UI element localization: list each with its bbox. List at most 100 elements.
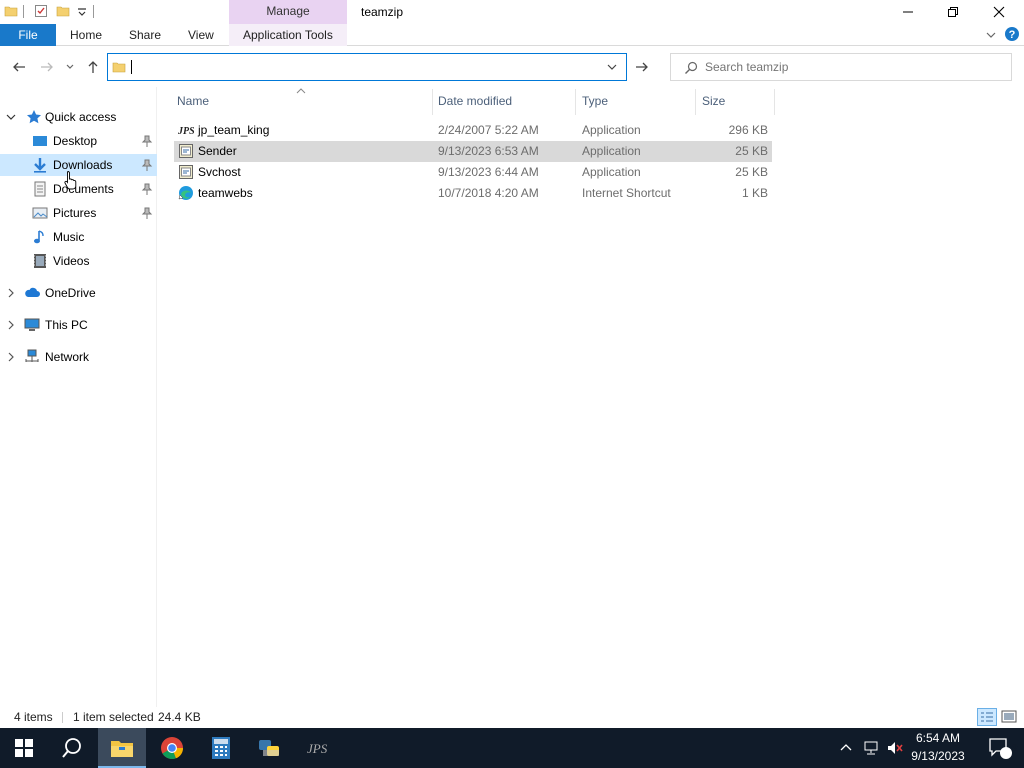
exe-app-icon xyxy=(179,165,193,179)
tab-application-tools[interactable]: Application Tools xyxy=(243,24,333,46)
file-size: 25 KB xyxy=(735,144,768,158)
sort-ascending-icon xyxy=(296,88,306,94)
search-icon xyxy=(685,61,698,74)
clock-time[interactable]: 6:54 AM xyxy=(912,731,964,745)
minimize-icon xyxy=(903,11,913,13)
file-row-sender[interactable]: Sender 9/13/2023 6:53 AM Application 25 … xyxy=(174,141,772,162)
chrome-icon xyxy=(161,737,184,760)
pin-icon[interactable] xyxy=(141,158,153,172)
column-header-type[interactable]: Type xyxy=(582,87,608,116)
back-arrow-icon xyxy=(13,62,25,72)
chevron-right-icon[interactable] xyxy=(5,319,17,331)
chrome-taskbar-button[interactable] xyxy=(148,728,196,768)
address-input[interactable] xyxy=(130,58,600,76)
expand-ribbon-icon[interactable] xyxy=(985,30,997,40)
pin-icon[interactable] xyxy=(141,182,153,196)
network-icon xyxy=(25,349,39,362)
documents-icon xyxy=(34,181,46,197)
chevron-right-icon[interactable] xyxy=(5,351,17,363)
file-explorer-icon xyxy=(111,741,133,757)
title-bar: Manage teamzip xyxy=(0,0,1024,24)
tab-home[interactable]: Home xyxy=(70,24,102,46)
nav-item-pictures[interactable]: Pictures xyxy=(0,202,157,224)
action-center-button[interactable]: 2 xyxy=(976,728,1024,768)
divider xyxy=(62,712,63,723)
taskbar: JPS 6:54 AM 9/13/2023 2 xyxy=(0,728,1024,768)
volume-muted-icon[interactable] xyxy=(886,740,904,756)
nav-item-documents[interactable]: Documents xyxy=(0,178,157,200)
column-separator[interactable] xyxy=(432,89,433,115)
up-button[interactable] xyxy=(83,57,103,77)
file-explorer-taskbar-button[interactable] xyxy=(98,728,146,768)
close-button[interactable] xyxy=(976,0,1022,24)
properties-icon[interactable] xyxy=(34,4,48,18)
go-button[interactable] xyxy=(632,57,652,77)
nav-item-videos[interactable]: Videos xyxy=(0,250,157,272)
up-arrow-icon xyxy=(88,61,98,73)
network-status-icon[interactable] xyxy=(863,740,879,756)
nav-item-quick-access[interactable]: Quick access xyxy=(0,106,157,128)
column-separator[interactable] xyxy=(695,89,696,115)
search-input[interactable] xyxy=(705,58,995,76)
calculator-taskbar-button[interactable] xyxy=(197,728,245,768)
search-button[interactable] xyxy=(48,728,96,768)
chevron-down-icon[interactable] xyxy=(606,62,618,72)
large-icons-view-icon[interactable] xyxy=(1000,708,1018,726)
pin-icon[interactable] xyxy=(141,134,153,148)
window-title: teamzip xyxy=(361,5,404,19)
nav-label: Videos xyxy=(53,254,90,268)
chevron-down-icon[interactable] xyxy=(5,111,17,123)
nav-item-desktop[interactable]: Desktop xyxy=(0,130,157,152)
nav-item-downloads[interactable]: Downloads xyxy=(0,154,157,176)
tab-share[interactable]: Share xyxy=(129,24,161,46)
notification-count: 2 xyxy=(1012,743,1019,755)
file-row-jp-team-king[interactable]: JPS jp_team_king 2/24/2007 5:22 AM Appli… xyxy=(174,120,772,141)
help-icon[interactable]: ? xyxy=(1004,26,1020,42)
jps-taskbar-button[interactable]: JPS xyxy=(295,728,343,768)
address-bar[interactable] xyxy=(107,53,627,81)
recent-locations-button[interactable] xyxy=(62,57,78,77)
new-folder-icon[interactable] xyxy=(56,4,70,18)
forward-arrow-icon xyxy=(41,62,53,72)
pin-icon[interactable] xyxy=(141,206,153,220)
nav-label: Desktop xyxy=(53,134,98,148)
file-name: jp_team_king xyxy=(198,123,270,137)
nav-item-this-pc[interactable]: This PC xyxy=(0,314,157,336)
column-separator[interactable] xyxy=(575,89,576,115)
search-icon xyxy=(62,738,81,758)
python-taskbar-button[interactable] xyxy=(246,728,294,768)
forward-button[interactable] xyxy=(37,57,57,77)
file-size: 296 KB xyxy=(728,123,768,137)
column-header-size[interactable]: Size xyxy=(702,87,725,116)
tab-view[interactable]: View xyxy=(188,24,214,46)
tab-manage[interactable]: Manage xyxy=(229,0,347,24)
nav-item-music[interactable]: Music xyxy=(0,226,157,248)
restore-icon xyxy=(948,7,958,17)
jps-app-icon: JPS xyxy=(307,741,328,756)
minimize-button[interactable] xyxy=(885,0,931,24)
file-type: Application xyxy=(582,144,641,158)
tab-file[interactable]: File xyxy=(0,24,56,46)
show-hidden-icons-chevron-up-icon[interactable] xyxy=(840,742,852,752)
chevron-right-icon[interactable] xyxy=(5,287,17,299)
restore-button[interactable] xyxy=(930,0,976,24)
notification-icon xyxy=(989,738,1012,759)
back-button[interactable] xyxy=(9,57,29,77)
file-row-teamwebs[interactable]: teamwebs 10/7/2018 4:20 AM Internet Shor… xyxy=(174,183,772,204)
nav-label: Pictures xyxy=(53,206,97,220)
nav-item-network[interactable]: Network xyxy=(0,346,157,368)
column-separator[interactable] xyxy=(774,89,775,115)
column-header-name[interactable]: Name xyxy=(177,87,209,116)
folder-icon xyxy=(4,6,18,17)
clock-date[interactable]: 9/13/2023 xyxy=(908,749,968,763)
nav-item-onedrive[interactable]: OneDrive xyxy=(0,282,157,304)
exe-app-icon xyxy=(179,144,193,158)
column-header-date-modified[interactable]: Date modified xyxy=(438,87,512,116)
details-view-icon[interactable] xyxy=(977,708,997,726)
file-name: teamwebs xyxy=(198,186,253,200)
divider xyxy=(23,5,24,18)
start-button[interactable] xyxy=(0,728,48,768)
search-box[interactable] xyxy=(670,53,1012,81)
customize-quick-access-icon[interactable] xyxy=(75,4,89,18)
file-row-svchost[interactable]: Svchost 9/13/2023 6:44 AM Application 25… xyxy=(174,162,772,183)
